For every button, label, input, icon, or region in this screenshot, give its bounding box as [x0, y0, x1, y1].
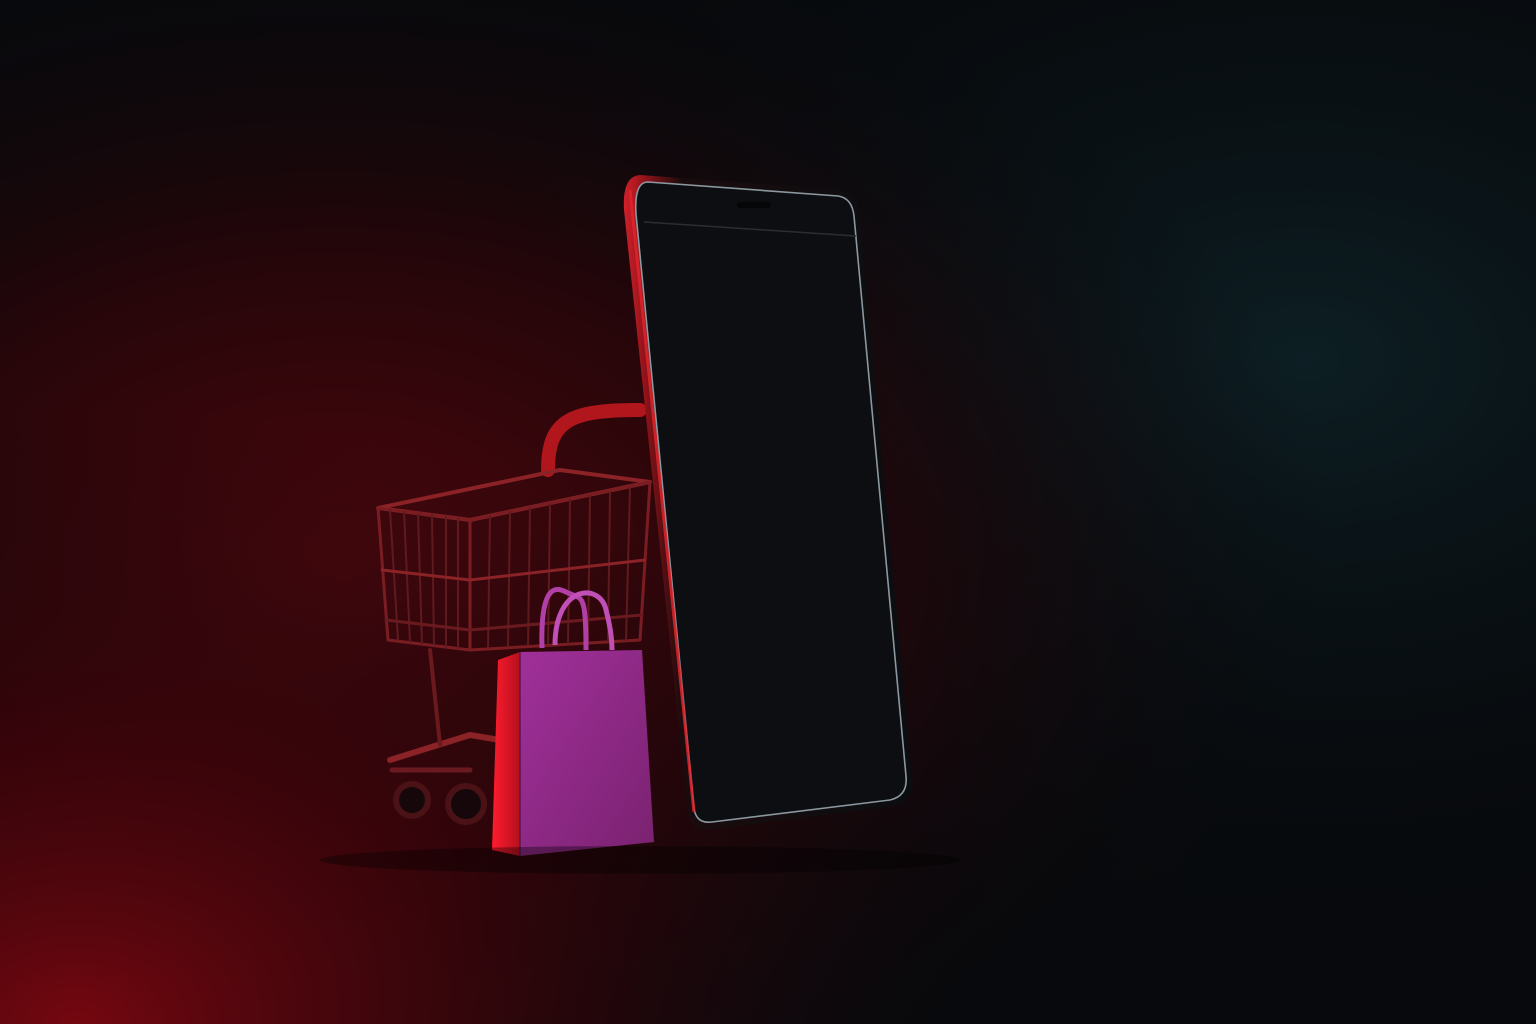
cart-wheel-right [445, 783, 487, 825]
floor-shadow [320, 846, 960, 874]
cart-wheel-left [393, 781, 431, 819]
bag-front-panel [520, 650, 654, 856]
product-scene [0, 0, 1536, 1024]
scene-canvas [0, 0, 1536, 1024]
phone-speaker-icon [737, 202, 771, 208]
